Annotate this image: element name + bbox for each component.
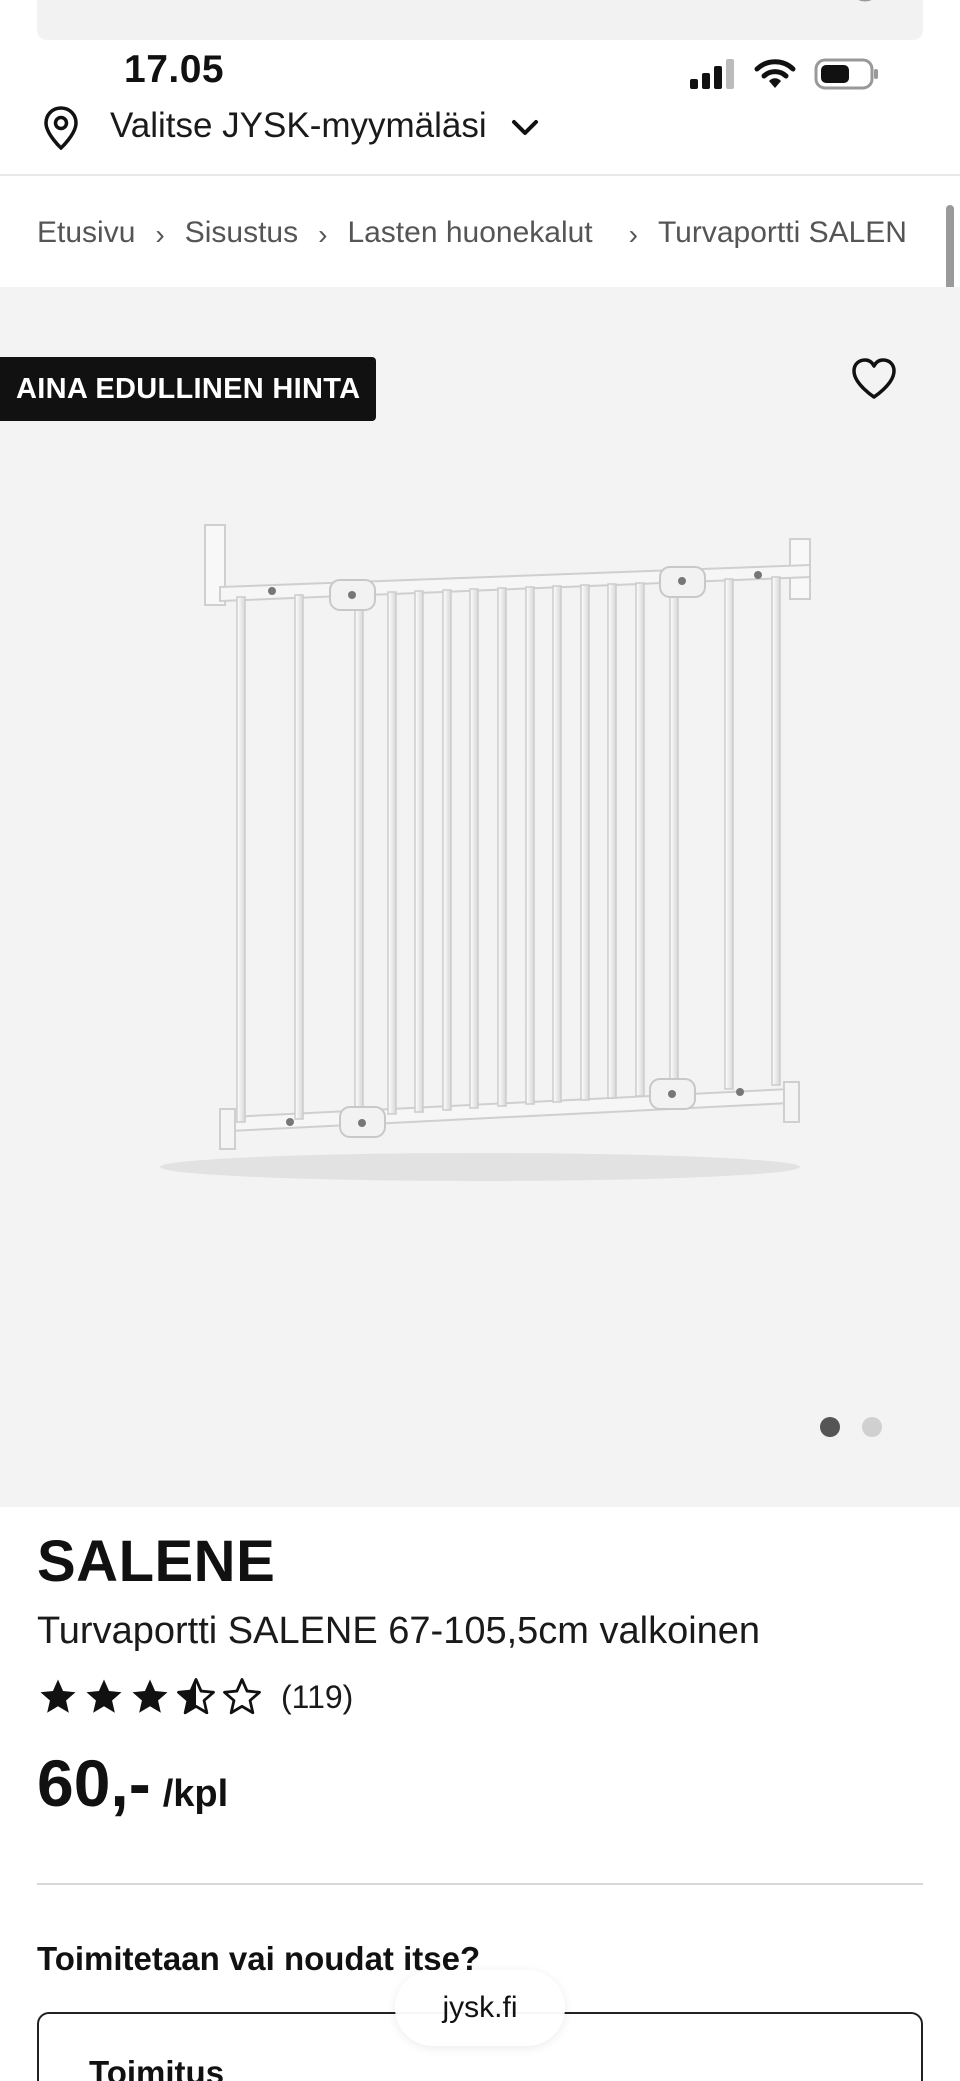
search-icon[interactable] [847,0,883,10]
product-image-gallery[interactable]: AINA EDULLINEN HINTA [0,287,960,1507]
divider [37,1883,923,1885]
status-bar: 17.05 [0,44,960,100]
wifi-icon [754,59,796,88]
status-icons [690,54,880,94]
product-name: Turvaportti SALENE 67-105,5cm valkoinen [37,1610,761,1652]
store-selector-label: Valitse JYSK-myymäläsi [110,106,487,145]
battery-icon [814,58,878,90]
star-half-icon [177,1678,215,1715]
star-filled-icon [40,1679,76,1713]
chevron-down-icon [512,120,538,135]
product-image[interactable] [150,517,830,1277]
location-pin-icon [44,106,78,150]
rating-stars [37,1676,263,1718]
breadcrumb-item-kids-furniture[interactable]: Lasten huonekalut [347,216,592,250]
image-pagination [820,1417,882,1437]
review-count[interactable]: (119) [281,1679,353,1716]
browser-url-pill[interactable]: jysk.fi [395,1970,565,2046]
search-bar[interactable] [37,0,923,40]
star-filled-icon [132,1679,168,1713]
pagination-dot-active[interactable] [820,1417,840,1437]
price: 60,- [37,1746,151,1820]
promo-badge: AINA EDULLINEN HINTA [0,357,377,421]
price-row: 60,- /kpl [37,1745,228,1821]
star-empty-icon [223,1678,261,1715]
heart-icon[interactable] [850,357,898,401]
rating-row[interactable]: (119) [37,1673,353,1721]
price-unit: /kpl [162,1773,229,1815]
breadcrumb-item-home[interactable]: Etusivu [37,216,135,250]
pagination-dot[interactable] [862,1417,882,1437]
delivery-heading: Toimitetaan vai noudat itse? [37,1940,481,1977]
breadcrumb-item-current: Turvaportti SALEN [657,216,907,249]
breadcrumb-item-interior[interactable]: Sisustus [185,216,298,250]
delivery-option-label: Toimitus [89,2054,225,2081]
chevron-right-icon: › [155,219,165,250]
status-time: 17.05 [124,48,225,91]
chevron-right-icon: › [628,219,638,250]
breadcrumb: Etusivu › Sisustus › Lasten huonekalut ›… [0,178,960,288]
chevron-right-icon: › [318,219,328,250]
cellular-signal-icon [690,59,734,89]
star-filled-icon [86,1679,122,1713]
product-brand: SALENE [37,1529,276,1594]
store-selector[interactable]: Valitse JYSK-myymäläsi [0,100,960,176]
